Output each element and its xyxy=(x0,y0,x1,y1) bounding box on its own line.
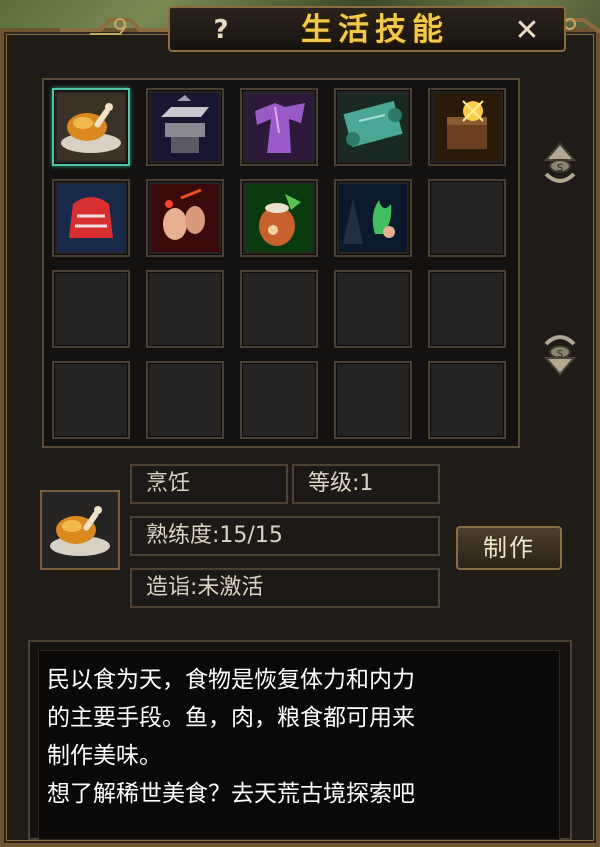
empty-skill-slot[interactable] xyxy=(240,361,318,439)
skill-slot[interactable] xyxy=(52,88,130,166)
svg-text:S: S xyxy=(557,163,563,174)
empty-skill-slot[interactable] xyxy=(52,270,130,348)
treasure-chest-icon xyxy=(433,93,501,161)
empty-skill-slot[interactable] xyxy=(52,361,130,439)
description-line: 的主要手段。鱼，肉，粮食都可用来 xyxy=(47,705,415,731)
skill-slot[interactable] xyxy=(52,179,130,257)
skill-proficiency: 熟练度:15/15 xyxy=(130,516,440,556)
close-button[interactable]: ✕ xyxy=(510,14,544,48)
description-line: 民以食为天，食物是恢复体力和内力 xyxy=(47,667,415,693)
selected-skill-preview xyxy=(40,490,120,570)
skill-slot[interactable] xyxy=(334,88,412,166)
robe-icon xyxy=(245,93,313,161)
silk-gown-icon xyxy=(57,184,125,252)
skill-slot[interactable] xyxy=(146,88,224,166)
title-ornament-left xyxy=(60,18,180,35)
description-line: 制作美味。 xyxy=(47,743,162,769)
help-button[interactable]: ? xyxy=(206,14,236,46)
empty-skill-slot[interactable] xyxy=(146,270,224,348)
skill-slot[interactable] xyxy=(240,179,318,257)
description-line: 想了解稀世美食？去天荒古境探索吧 xyxy=(47,781,415,807)
skill-level: 等级:1 xyxy=(292,464,440,504)
skill-description: 民以食为天，食物是恢复体力和内力 的主要手段。鱼，肉，粮食都可用来 制作美味。 … xyxy=(38,650,560,840)
roast-chicken-icon xyxy=(50,506,110,556)
empty-skill-slot[interactable] xyxy=(428,270,506,348)
empty-skill-slot[interactable] xyxy=(334,361,412,439)
skill-slot[interactable] xyxy=(240,88,318,166)
scroll-icon xyxy=(339,93,407,161)
medicine-jar-icon xyxy=(245,184,313,252)
svg-text:S: S xyxy=(557,349,563,360)
anvil-icon xyxy=(151,93,219,161)
roast-chicken-icon xyxy=(57,93,125,161)
skill-slot[interactable] xyxy=(428,88,506,166)
empty-skill-slot[interactable] xyxy=(428,179,506,257)
herb-gathering-icon xyxy=(339,184,407,252)
make-button[interactable]: 制作 xyxy=(456,526,562,570)
scroll-up-icon[interactable]: S xyxy=(538,140,582,192)
skill-slot[interactable] xyxy=(146,179,224,257)
empty-skill-slot[interactable] xyxy=(428,361,506,439)
skill-name: 烹饪 xyxy=(130,464,288,504)
empty-skill-slot[interactable] xyxy=(240,270,318,348)
crafting-hands-icon xyxy=(151,184,219,252)
window-title: 生活技能 xyxy=(301,12,449,48)
empty-skill-slot[interactable] xyxy=(334,270,412,348)
scroll-down-icon[interactable]: S xyxy=(538,326,582,378)
skill-mastery: 造诣:未激活 xyxy=(130,568,440,608)
skill-slot[interactable] xyxy=(334,179,412,257)
empty-skill-slot[interactable] xyxy=(146,361,224,439)
